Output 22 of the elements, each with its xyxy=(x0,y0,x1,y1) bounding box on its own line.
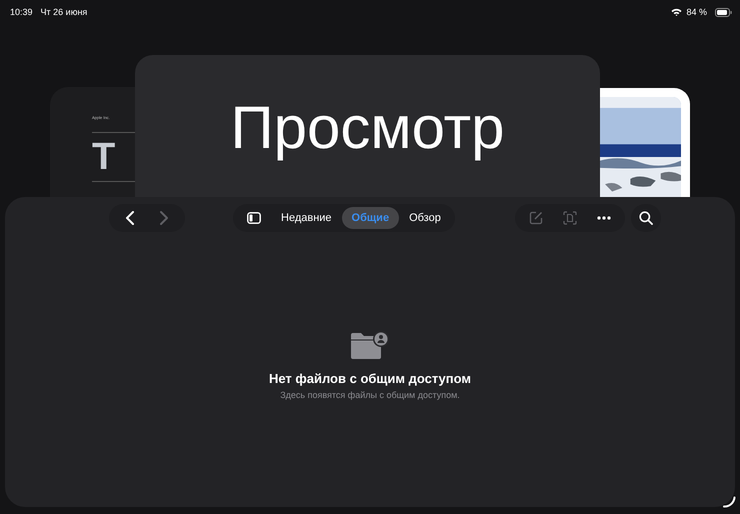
search-icon xyxy=(638,211,653,225)
document-scan-icon xyxy=(562,211,577,225)
empty-state-title: Нет файлов с общим доступом xyxy=(268,371,472,386)
battery-percent: 84 % xyxy=(686,7,707,17)
more-icon xyxy=(596,216,611,220)
tab[interactable]: Обзор xyxy=(399,207,451,229)
resize-handle-icon[interactable] xyxy=(722,496,736,508)
search-button[interactable] xyxy=(630,204,661,232)
chevron-left-icon xyxy=(125,210,135,226)
chevron-right-icon xyxy=(159,210,169,226)
empty-state-subtitle: Здесь появятся файлы с общим доступом. xyxy=(280,390,460,400)
app-window[interactable]: Просмотр xyxy=(135,55,600,197)
sidebar-icon xyxy=(247,212,261,224)
compose-icon xyxy=(528,211,543,225)
battery-icon xyxy=(715,8,732,16)
app-title: Просмотр xyxy=(230,95,504,163)
tab[interactable]: Недавние xyxy=(271,207,342,229)
wifi-icon xyxy=(671,8,682,16)
shared-folder-icon xyxy=(349,331,391,361)
document-heading: T xyxy=(92,137,116,177)
status-date: Чт 26 июня xyxy=(40,7,88,17)
status-time: 10:39 xyxy=(10,7,33,17)
